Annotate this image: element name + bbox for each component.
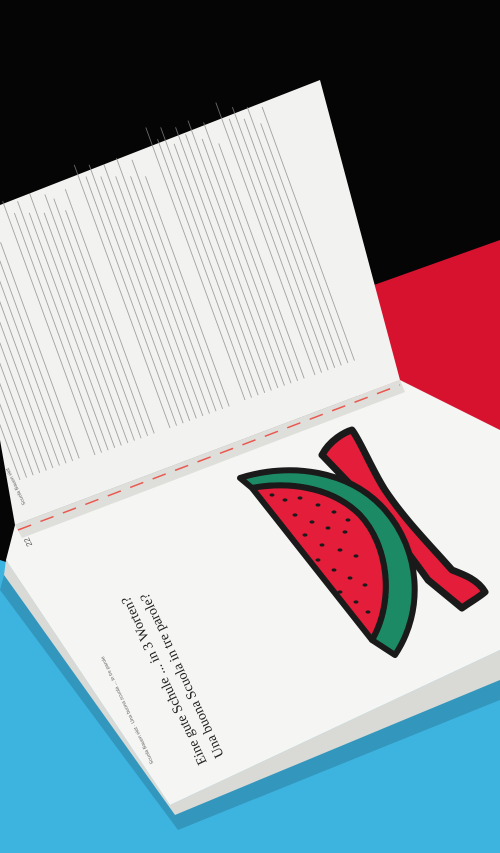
book-photo — [0, 0, 500, 853]
